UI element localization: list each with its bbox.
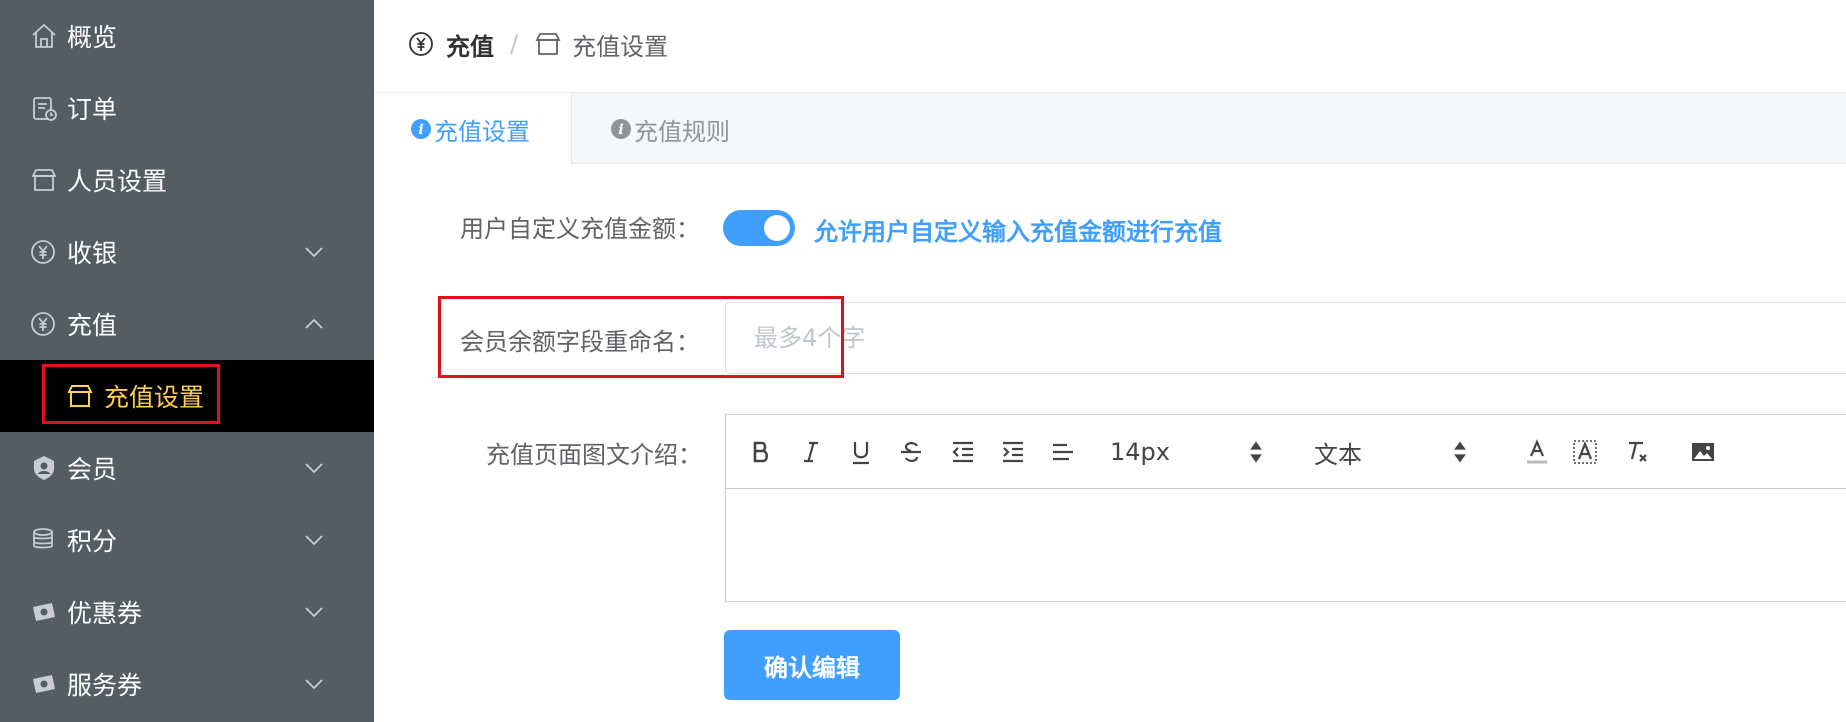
chevron-down-icon xyxy=(305,679,323,690)
svg-text:i: i xyxy=(618,122,623,138)
custom-amount-switch[interactable] xyxy=(723,210,795,246)
yen-coin-icon xyxy=(31,312,55,336)
underline-icon xyxy=(853,442,869,465)
info-icon: i xyxy=(411,119,431,139)
sidebar-item-label: 收银 xyxy=(67,239,118,268)
sidebar-item-label: 订单 xyxy=(67,95,118,124)
editor-content-area[interactable] xyxy=(726,490,1846,602)
font-color-icon xyxy=(1527,439,1547,464)
sidebar-item-coupons[interactable]: 优惠券 xyxy=(0,576,374,648)
breadcrumb: 充值 / 充值设置 xyxy=(408,26,668,62)
indent-button[interactable] xyxy=(996,437,1030,467)
store-icon xyxy=(31,169,57,191)
tab-recharge-rules[interactable]: i 充值规则 xyxy=(610,93,730,165)
clear-format-button[interactable] xyxy=(1622,437,1652,467)
italic-icon xyxy=(804,441,818,463)
sidebar-item-points[interactable]: 积分 xyxy=(0,504,374,576)
main-content: 充值 / 充值设置 i 充值设置 i 充值规则 用户自定义充值金额： 允许用户自… xyxy=(374,0,1846,722)
home-icon xyxy=(32,23,56,48)
editor-toolbar: 14px 文本 xyxy=(726,415,1846,489)
confirm-edit-button[interactable]: 确认编辑 xyxy=(724,630,900,700)
svg-text:i: i xyxy=(418,122,423,138)
balance-rename-input[interactable] xyxy=(726,303,1846,373)
order-icon xyxy=(33,97,57,121)
ticket-icon xyxy=(33,675,55,693)
bold-icon xyxy=(753,441,769,463)
sidebar-item-label: 积分 xyxy=(67,527,118,556)
sidebar-item-label: 概览 xyxy=(67,23,118,52)
strikethrough-button[interactable] xyxy=(896,437,926,467)
coins-stack-icon xyxy=(33,528,53,549)
tab-label: 充值设置 xyxy=(434,117,530,146)
breadcrumb-parent[interactable]: 充值 xyxy=(446,27,494,62)
custom-amount-label: 用户自定义充值金额： xyxy=(460,215,700,243)
sidebar-item-overview[interactable]: 概览 xyxy=(0,0,374,72)
switch-knob xyxy=(764,215,790,241)
balance-rename-field xyxy=(725,302,1846,374)
font-size-select[interactable]: 14px xyxy=(1110,437,1270,467)
sidebar-item-staff[interactable]: 人员设置 xyxy=(0,144,374,216)
outdent-icon xyxy=(952,441,973,463)
ticket-icon xyxy=(33,603,55,621)
underline-button[interactable] xyxy=(846,437,876,467)
chevron-down-icon xyxy=(305,535,323,546)
chevron-up-icon xyxy=(305,318,323,329)
rich-text-editor: 14px 文本 xyxy=(725,414,1846,602)
sidebar-item-members[interactable]: 会员 xyxy=(0,432,374,504)
outdent-button[interactable] xyxy=(946,437,980,467)
align-button[interactable] xyxy=(1046,437,1080,467)
italic-button[interactable] xyxy=(796,437,826,467)
font-color-button[interactable] xyxy=(1522,437,1552,467)
sidebar: 概览 订单 人员设置 收银 充值 充值设置 会员 积分 优惠券 服务券 xyxy=(0,0,374,722)
tab-bar: i 充值设置 i 充值规则 xyxy=(374,92,1846,165)
block-type-select[interactable]: 文本 xyxy=(1314,437,1474,469)
chevron-down-icon xyxy=(305,463,323,474)
indent-icon xyxy=(1003,441,1023,463)
sidebar-item-cashier[interactable]: 收银 xyxy=(0,216,374,288)
chevron-down-icon xyxy=(305,247,323,258)
clear-format-icon xyxy=(1629,441,1647,462)
bold-button[interactable] xyxy=(746,437,776,467)
breadcrumb-separator: / xyxy=(510,30,519,58)
yen-coin-icon xyxy=(31,240,55,264)
sidebar-item-orders[interactable]: 订单 xyxy=(0,72,374,144)
select-arrows-icon xyxy=(1250,441,1262,463)
store-icon xyxy=(535,33,561,55)
sidebar-item-label: 会员 xyxy=(67,455,118,484)
insert-image-button[interactable] xyxy=(1686,437,1720,467)
sidebar-item-label: 人员设置 xyxy=(67,167,168,196)
breadcrumb-current: 充值设置 xyxy=(572,32,669,61)
font-size-value: 14px xyxy=(1110,438,1170,466)
sidebar-item-label: 服务券 xyxy=(67,671,143,700)
highlight-box xyxy=(438,296,844,378)
yen-coin-icon xyxy=(409,32,433,56)
image-icon xyxy=(1692,443,1714,461)
custom-amount-description: 允许用户自定义输入充值金额进行充值 xyxy=(814,218,1222,246)
select-arrows-icon xyxy=(1454,441,1466,463)
info-icon: i xyxy=(611,119,631,139)
background-color-button[interactable] xyxy=(1570,437,1600,467)
intro-label: 充值页面图文介绍： xyxy=(486,441,702,469)
background-color-icon xyxy=(1573,440,1597,464)
sidebar-item-label: 充值 xyxy=(67,311,118,340)
tab-recharge-settings[interactable]: i 充值设置 xyxy=(374,93,572,165)
block-type-value: 文本 xyxy=(1314,440,1362,469)
align-left-icon xyxy=(1053,443,1073,461)
strikethrough-icon xyxy=(901,442,921,462)
tab-label: 充值规则 xyxy=(634,117,730,146)
sidebar-item-recharge[interactable]: 充值 xyxy=(0,288,374,360)
sidebar-item-service-vouchers[interactable]: 服务券 xyxy=(0,648,374,720)
sidebar-item-label: 优惠券 xyxy=(67,599,143,628)
member-badge-icon xyxy=(34,456,54,480)
highlight-box xyxy=(42,364,220,424)
chevron-down-icon xyxy=(305,607,323,618)
